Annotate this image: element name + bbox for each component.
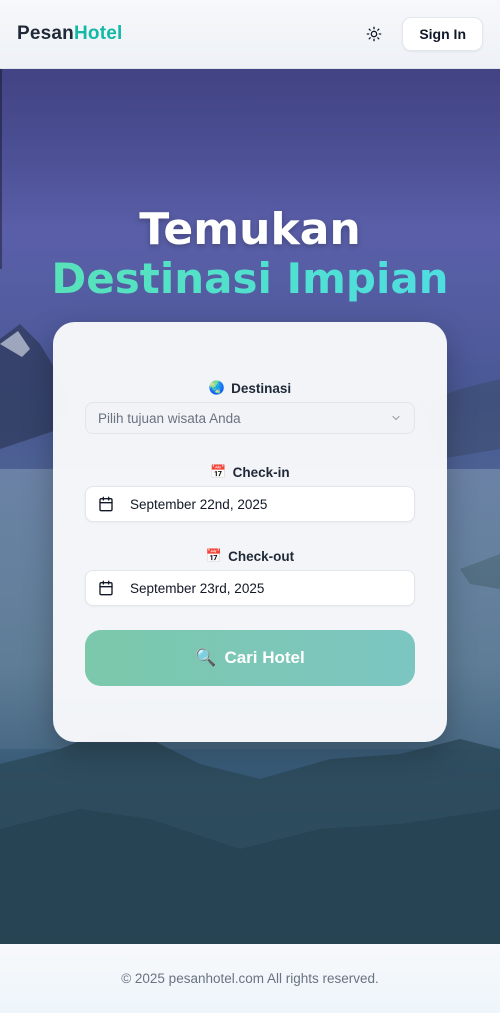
calendar-emoji-icon: 📅 xyxy=(205,548,223,563)
destination-placeholder: Pilih tujuan wisata Anda xyxy=(98,410,241,426)
checkin-label-text: Check-in xyxy=(232,464,290,480)
magnifier-icon: 🔍 xyxy=(195,648,217,667)
chevron-down-icon xyxy=(392,415,400,421)
search-button-label: Cari Hotel xyxy=(224,648,305,667)
hero-heading: Temukan Destinasi Impian xyxy=(0,206,500,304)
checkout-label-text: Check-out xyxy=(228,548,295,564)
sign-in-button[interactable]: Sign In xyxy=(402,17,483,51)
destination-label: 🌏 Destinasi xyxy=(53,380,447,396)
top-navbar: PesanHotel Sign In xyxy=(0,0,500,69)
checkin-date-value: September 22nd, 2025 xyxy=(130,496,268,512)
checkin-label: 📅 Check-in xyxy=(53,464,447,480)
brand-logo[interactable]: PesanHotel xyxy=(17,23,122,45)
theme-toggle-button[interactable] xyxy=(363,23,385,45)
copyright-text: © 2025 pesanhotel.com All rights reserve… xyxy=(121,971,379,986)
checkout-label: 📅 Check-out xyxy=(53,548,447,564)
calendar-icon xyxy=(99,496,113,512)
hero-title-line2: Destinasi Impian xyxy=(0,254,500,304)
hero-section: Temukan Destinasi Impian 🌏 Destinasi Pil… xyxy=(0,69,500,944)
search-card: 🌏 Destinasi Pilih tujuan wisata Anda 📅 C… xyxy=(53,322,447,742)
destination-label-text: Destinasi xyxy=(231,380,292,396)
logo-text-hotel: Hotel xyxy=(73,23,123,44)
hero-title-line1: Temukan xyxy=(139,204,361,255)
search-hotel-button[interactable]: 🔍 Cari Hotel xyxy=(85,630,415,686)
checkout-date-picker[interactable]: September 23rd, 2025 xyxy=(85,570,415,606)
checkout-date-value: September 23rd, 2025 xyxy=(130,580,265,596)
checkin-date-picker[interactable]: September 22nd, 2025 xyxy=(85,486,415,522)
header-actions: Sign In xyxy=(363,17,483,51)
calendar-icon xyxy=(99,580,113,596)
calendar-emoji-icon: 📅 xyxy=(210,464,227,479)
sun-icon xyxy=(366,26,382,42)
globe-icon: 🌏 xyxy=(208,380,226,395)
destination-select[interactable]: Pilih tujuan wisata Anda xyxy=(85,402,415,434)
logo-text-pesan: Pesan xyxy=(17,23,74,44)
footer: © 2025 pesanhotel.com All rights reserve… xyxy=(0,944,500,1013)
